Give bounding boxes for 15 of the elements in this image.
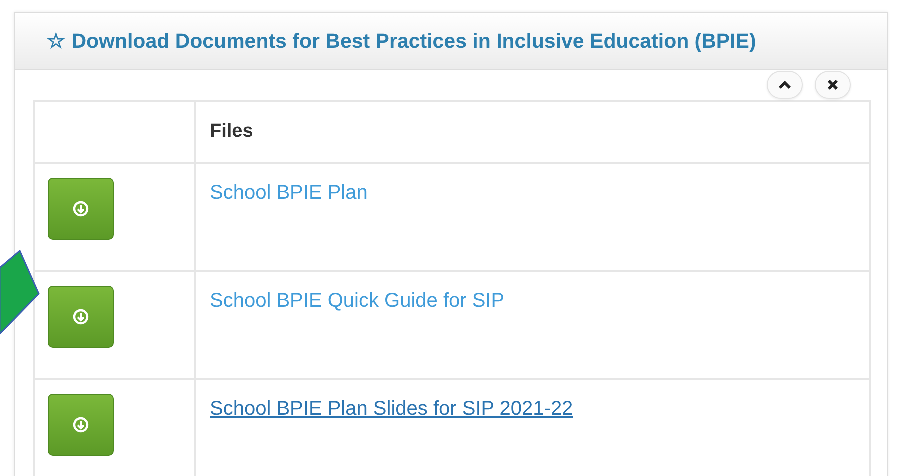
collapse-button[interactable] (767, 71, 803, 99)
download-icon (73, 417, 89, 433)
download-button[interactable] (48, 394, 114, 456)
download-icon (73, 309, 89, 325)
panel-title: ☆ Download Documents for Best Practices in Inclusive Education (BPIE) (47, 28, 756, 54)
chevron-up-icon (778, 80, 792, 90)
column-header: Files (195, 101, 870, 163)
close-button[interactable] (815, 71, 851, 99)
download-button[interactable] (48, 286, 114, 348)
file-link[interactable]: School BPIE Plan Slides for SIP 2021-22 (210, 398, 574, 420)
download-icon (73, 201, 89, 217)
file-link[interactable]: School BPIE Plan (210, 182, 368, 204)
download-button[interactable] (48, 178, 114, 240)
file-link[interactable]: School BPIE Quick Guide for SIP (210, 290, 505, 312)
close-icon (827, 79, 839, 91)
